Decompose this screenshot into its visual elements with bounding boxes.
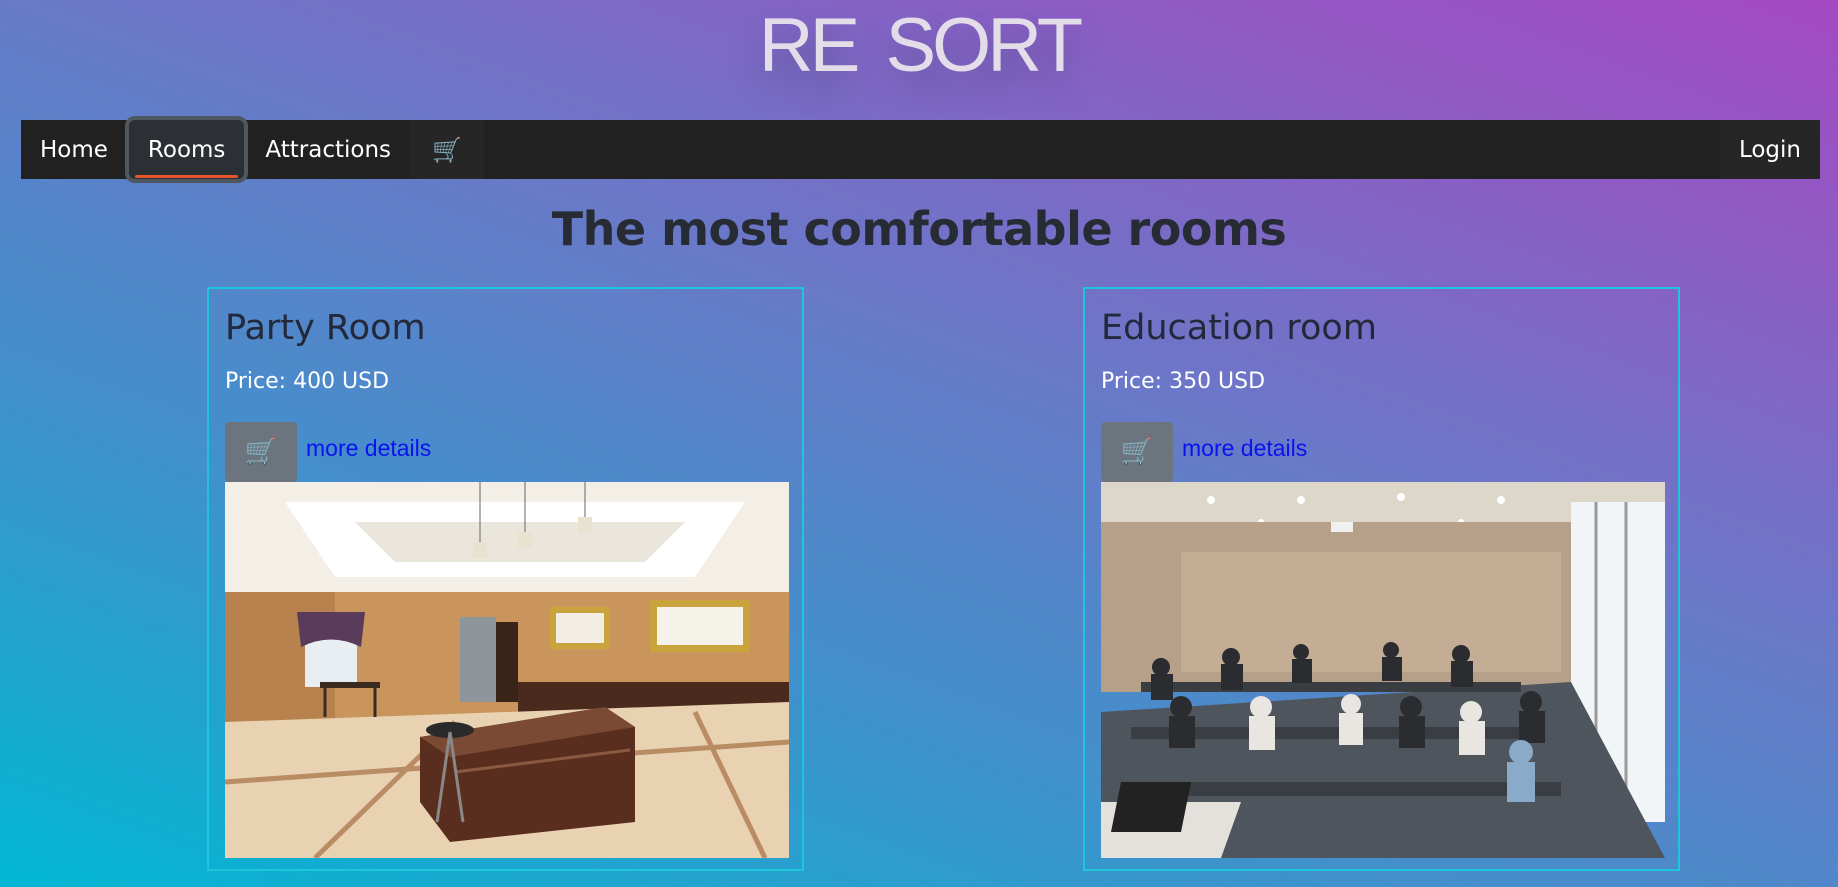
cart-icon: 🛒 xyxy=(1120,437,1154,467)
room-title: Education room xyxy=(1101,308,1377,348)
main-navbar: Home Rooms Attractions 🛒 Login xyxy=(21,120,1820,179)
login-button[interactable]: Login xyxy=(1719,120,1820,179)
page-heading: The most comfortable rooms xyxy=(551,202,1287,256)
room-card-party: Party Room Price: 400 USD 🛒 more details xyxy=(207,287,804,871)
nav-links: Home Rooms Attractions 🛒 xyxy=(21,120,484,179)
room-title: Party Room xyxy=(225,308,426,348)
nav-cart-icon[interactable]: 🛒 xyxy=(410,120,484,179)
more-details-link[interactable]: more details xyxy=(306,435,431,462)
room-price: Price: 350 USD xyxy=(1101,369,1266,394)
education-room-photo xyxy=(1101,482,1665,858)
room-card-education: Education room Price: 350 USD 🛒 more det… xyxy=(1083,287,1680,871)
party-room-photo xyxy=(225,482,789,858)
nav-home[interactable]: Home xyxy=(21,120,127,179)
add-to-cart-button[interactable]: 🛒 xyxy=(1101,422,1173,482)
more-details-link[interactable]: more details xyxy=(1182,435,1307,462)
cart-icon: 🛒 xyxy=(244,437,278,467)
room-price: Price: 400 USD xyxy=(225,369,390,394)
nav-attractions[interactable]: Attractions xyxy=(246,120,410,179)
site-logo: RE SORT xyxy=(758,3,1083,88)
nav-rooms[interactable]: Rooms xyxy=(128,120,245,179)
add-to-cart-button[interactable]: 🛒 xyxy=(225,422,297,482)
